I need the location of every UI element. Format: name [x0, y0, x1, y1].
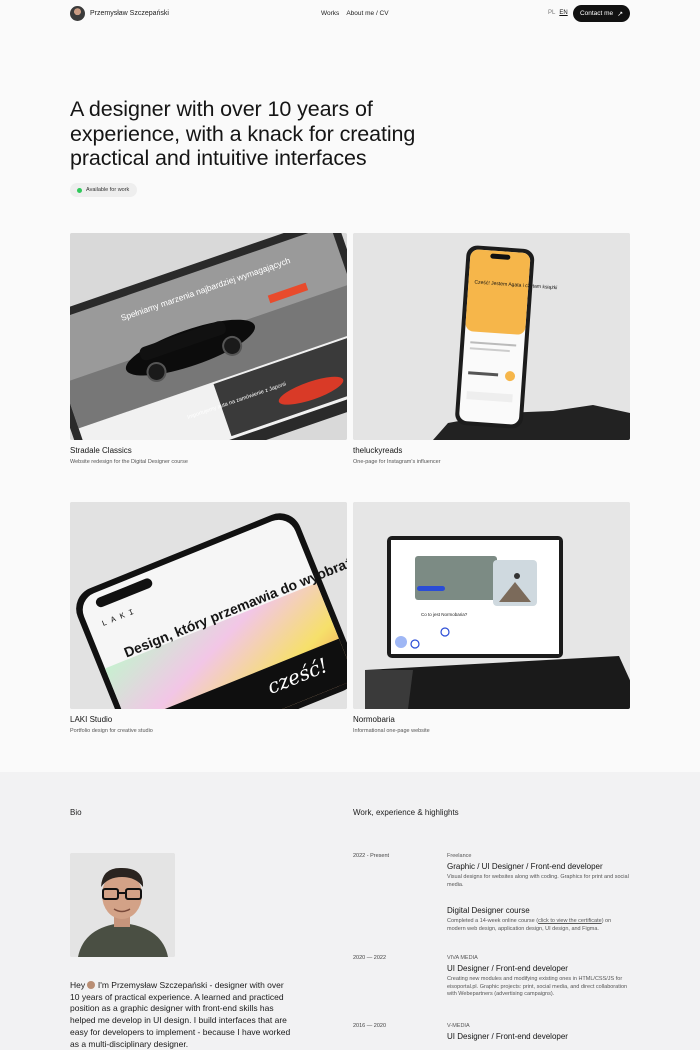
portrait-illustration	[70, 853, 175, 957]
brand-name: Przemysław Szczepański	[90, 10, 169, 17]
bio-text: Hey I'm Przemysław Szczepański - designe…	[70, 980, 295, 1050]
project-subtitle: Informational one-page website	[353, 728, 430, 734]
project-card-normobaria[interactable]: Co to jest Normobaria? Normobaria Inform…	[353, 502, 630, 734]
experience-role: Digital Designer course	[447, 906, 530, 915]
project-card-stradale[interactable]: Spełniamy marzenia najbardziej wymagając…	[70, 233, 347, 465]
project-image-stradale[interactable]: Spełniamy marzenia najbardziej wymagając…	[70, 233, 347, 440]
project-subtitle: One-page for Instagram's influencer	[353, 459, 441, 465]
project-card-laki[interactable]: L A K I Design, który przemawia do wyobr…	[70, 502, 347, 734]
experience-role: UI Designer / Front-end developer	[447, 964, 568, 973]
avatar	[70, 6, 85, 21]
project-title[interactable]: Stradale Classics	[70, 446, 347, 455]
experience-org: Freelance	[447, 853, 472, 859]
certificate-link[interactable]: click to view the certificate	[538, 918, 602, 924]
contact-button[interactable]: Contact me ↗	[573, 5, 630, 22]
project-card-theluckyreads[interactable]: Cześć! Jestem Agata i czytam książki the…	[353, 233, 630, 465]
theluckyreads-mockup: Cześć! Jestem Agata i czytam książki	[353, 233, 630, 440]
project-subtitle: Website redesign for the Digital Designe…	[70, 459, 188, 465]
lang-pl[interactable]: PL	[548, 10, 555, 16]
language-switch: PL EN	[548, 10, 568, 16]
desc-before: Completed a 14-week online course (	[447, 918, 539, 924]
experience-desc: Creating new modules and modifying exist…	[447, 976, 628, 997]
status-dot-icon	[77, 187, 82, 193]
experience-role: UI Designer / Front-end developer	[447, 1032, 568, 1041]
project-title[interactable]: Normobaria	[353, 715, 630, 724]
contact-label: Contact me	[579, 10, 614, 17]
laki-mockup: L A K I Design, który przemawia do wyobr…	[70, 502, 347, 709]
project-image-normobaria[interactable]: Co to jest Normobaria?	[353, 502, 630, 709]
bio-text-start: Hey	[70, 980, 88, 990]
normobaria-headline: Co to jest Normobaria?	[421, 612, 468, 617]
experience-date: 2022 - Present	[353, 853, 390, 859]
project-image-laki[interactable]: L A K I Design, który przemawia do wyobr…	[70, 502, 347, 709]
stradale-mockup: Spełniamy marzenia najbardziej wymagając…	[70, 233, 347, 440]
experience-date: 2016 — 2020	[353, 1023, 387, 1029]
availability-label: Available for work	[86, 187, 130, 193]
lang-en[interactable]: EN	[559, 10, 567, 16]
main-nav: Works About me / CV	[321, 10, 389, 17]
experience-org: VIVA MEDIA	[447, 955, 478, 961]
brand[interactable]: Przemysław Szczepański	[70, 6, 169, 21]
experience-date: 2020 — 2022	[353, 955, 387, 961]
arrow-up-right-icon: ↗	[617, 10, 624, 18]
experience-org: V-MEDIA	[447, 1023, 470, 1029]
project-title[interactable]: LAKI Studio	[70, 715, 347, 724]
project-title[interactable]: theluckyreads	[353, 446, 630, 455]
project-subtitle: Portfolio design for creative studio	[70, 728, 153, 734]
experience-desc: Completed a 14-week online course (click…	[447, 918, 630, 933]
hero-title: A designer with over 10 years of experie…	[70, 97, 416, 170]
project-image-theluckyreads[interactable]: Cześć! Jestem Agata i czytam książki	[353, 233, 630, 440]
bio-label: Bio	[70, 808, 82, 817]
nav-about[interactable]: About me / CV	[346, 10, 388, 17]
site-header: Przemysław Szczepański Works About me / …	[0, 0, 700, 28]
portrait-photo	[70, 853, 175, 957]
experience-role: Graphic / UI Designer / Front-end develo…	[447, 862, 603, 871]
nav-works[interactable]: Works	[321, 10, 339, 17]
experience-desc: Visual designs for websites along with c…	[447, 874, 629, 888]
experience-label: Work, experience & highlights	[353, 808, 459, 817]
availability-badge: Available for work	[70, 183, 138, 197]
bio-text-rest: I'm Przemysław Szczepański - designer wi…	[70, 980, 291, 1049]
normobaria-mockup: Co to jest Normobaria?	[353, 502, 630, 709]
